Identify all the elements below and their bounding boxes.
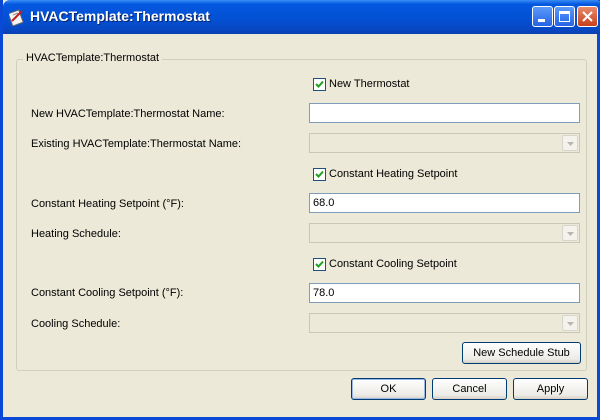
constant-cooling-label: Constant Cooling Setpoint (329, 258, 457, 270)
cooling-schedule-combo[interactable] (309, 313, 580, 333)
apply-button[interactable]: Apply (513, 378, 588, 400)
constant-heating-check-box[interactable] (313, 168, 326, 181)
app-icon (7, 9, 26, 27)
heating-schedule-combo[interactable] (309, 223, 580, 243)
existing-name-dropdown-arrow[interactable] (562, 135, 578, 151)
cooling-setpoint-input[interactable] (309, 283, 580, 303)
heating-schedule-dropdown-arrow[interactable] (562, 225, 578, 241)
cooling-schedule-label: Cooling Schedule: (31, 318, 121, 330)
heating-schedule-label: Heating Schedule: (31, 228, 121, 240)
new-name-label: New HVACTemplate:Thermostat Name: (31, 108, 225, 120)
window-title: HVACTemplate:Thermostat (30, 8, 210, 24)
minimize-button[interactable] (532, 6, 553, 27)
title-bar[interactable]: HVACTemplate:Thermostat (3, 0, 600, 34)
close-button[interactable] (577, 6, 598, 27)
heating-setpoint-label: Constant Heating Setpoint (°F): (31, 198, 184, 210)
existing-name-label: Existing HVACTemplate:Thermostat Name: (31, 138, 242, 150)
constant-heating-label: Constant Heating Setpoint (329, 168, 458, 180)
dialog-window: HVACTemplate:Thermostat HVACTemplate:The… (0, 0, 600, 420)
groupbox-title: HVACTemplate:Thermostat (23, 52, 163, 64)
maximize-button[interactable] (554, 6, 575, 27)
new-name-input[interactable] (309, 103, 580, 123)
existing-name-combo[interactable] (309, 133, 580, 153)
ok-button[interactable]: OK (351, 378, 426, 400)
constant-cooling-check-box[interactable] (313, 258, 326, 271)
new-schedule-stub-button[interactable]: New Schedule Stub (462, 342, 581, 364)
cancel-button[interactable]: Cancel (432, 378, 507, 400)
new-thermostat-check-box[interactable] (313, 78, 326, 91)
heating-setpoint-input[interactable] (309, 193, 580, 213)
cooling-setpoint-label: Constant Cooling Setpoint (°F): (31, 287, 184, 299)
cooling-schedule-dropdown-arrow[interactable] (562, 315, 578, 331)
new-thermostat-label: New Thermostat (329, 78, 410, 90)
